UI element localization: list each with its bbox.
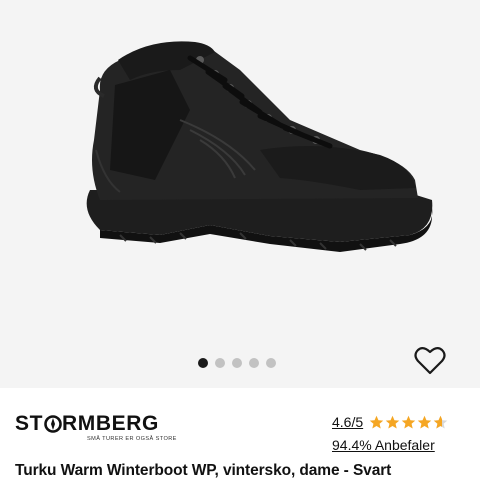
gallery-dot[interactable] (266, 358, 276, 368)
gallery-dot[interactable] (232, 358, 242, 368)
brand-tagline: SMÅ TURER ER OGSÅ STORE (87, 436, 177, 442)
compass-logo-icon (43, 415, 62, 433)
rating-stars (369, 415, 448, 430)
star-half-icon (433, 415, 448, 428)
rating-score[interactable]: 4.6/5 (332, 414, 363, 430)
brand-name: ST RMBERG (15, 413, 175, 435)
brand-name-part: ST (15, 412, 44, 435)
gallery-dot[interactable] (215, 358, 225, 368)
gallery-pagination (198, 358, 276, 368)
product-rating[interactable]: 4.6/5 (332, 414, 448, 430)
gallery-dot[interactable] (249, 358, 259, 368)
brand-logo[interactable]: ST RMBERG SMÅ TURER ER OGSÅ STORE (15, 413, 177, 445)
gallery-dot[interactable] (198, 358, 208, 368)
star-icon (385, 415, 400, 428)
star-icon (401, 415, 416, 428)
star-icon (417, 415, 432, 428)
product-title: Turku Warm Winterboot WP, vintersko, dam… (15, 462, 392, 479)
star-icon (369, 415, 384, 428)
product-gallery[interactable] (0, 0, 480, 388)
product-image[interactable] (60, 30, 440, 270)
brand-name-part: RMBERG (62, 412, 159, 435)
recommend-percentage[interactable]: 94.4% Anbefaler (332, 437, 435, 453)
heart-outline-icon[interactable] (414, 346, 446, 376)
